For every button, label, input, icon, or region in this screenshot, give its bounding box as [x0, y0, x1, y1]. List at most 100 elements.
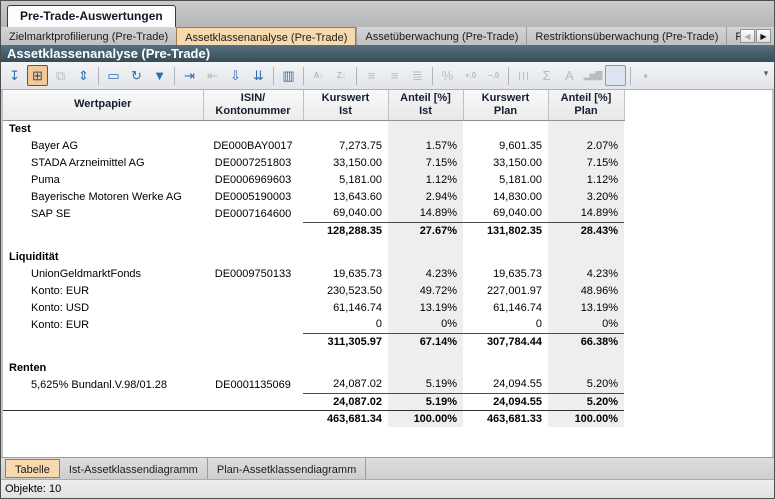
bottom-tab-tabelle[interactable]: Tabelle [5, 459, 60, 478]
group-row[interactable]: Test [3, 120, 624, 137]
toolbar-separator [356, 67, 357, 85]
cell-kurswert-ist [303, 350, 388, 359]
cell-kurswert-plan [463, 120, 548, 137]
toolbar-overflow-icon[interactable]: ▾ [760, 68, 772, 79]
security-row[interactable]: 5,625% Bundanl.V.98/01.28 DE0001135069 2… [3, 376, 624, 393]
cell-kurswert-plan [463, 239, 548, 248]
cell-kurswert-ist: 24,087.02 [303, 376, 388, 393]
step-into-icon[interactable]: ⇥ [179, 65, 200, 86]
security-row[interactable]: Bayerische Motoren Werke AG DE0005190003… [3, 188, 624, 205]
cell-anteil-plan: 1.12% [548, 171, 624, 188]
subtotal-row[interactable]: 24,087.02 5.19% 24,094.55 5.20% [3, 393, 624, 410]
cell-anteil-plan: 7.15% [548, 154, 624, 171]
cell-isin [203, 248, 303, 265]
cell-kurswert-ist: 33,150.00 [303, 154, 388, 171]
tab-assetklassenanalyse[interactable]: Assetklassenanalyse (Pre-Trade) [176, 27, 356, 45]
col-anteil-plan[interactable]: Anteil [%] Plan [548, 90, 624, 120]
cell-anteil-ist [388, 350, 463, 359]
security-row[interactable]: Konto: EUR 230,523.50 49.72% 227,001.97 … [3, 282, 624, 299]
tab-zielmarktprofilierung[interactable]: Zielmarktprofilierung (Pre-Trade) [1, 27, 176, 45]
cell-wertpapier: Puma [3, 171, 203, 188]
cell-kurswert-plan: 33,150.00 [463, 154, 548, 171]
cell-anteil-plan: 13.19% [548, 299, 624, 316]
cell-kurswert-plan: 19,635.73 [463, 265, 548, 282]
col-wertpapier[interactable]: Wertpapier [3, 90, 203, 120]
security-row[interactable]: Puma DE0006969603 5,181.00 1.12% 5,181.0… [3, 171, 624, 188]
spacer-row[interactable] [3, 350, 624, 359]
drill-down-icon[interactable]: ⇊ [248, 65, 269, 86]
cell-anteil-plan: 5.20% [548, 393, 624, 410]
cell-kurswert-plan: 131,802.35 [463, 222, 548, 239]
chart-color-icon[interactable]: ▂▅▇ [605, 65, 626, 86]
subtotal-row[interactable]: 311,305.97 67.14% 307,784.44 66.38% [3, 333, 624, 350]
toolbar-glyph: ↧ [9, 68, 20, 84]
toolbar-separator [508, 67, 509, 85]
group-row[interactable]: Liquidität [3, 248, 624, 265]
col-isin[interactable]: ISIN/ Kontonummer [203, 90, 303, 120]
security-row[interactable]: Konto: EUR 0 0% 0 0% [3, 316, 624, 333]
cell-kurswert-ist: 0 [303, 316, 388, 333]
copy-view-icon: ⧉ [50, 65, 71, 86]
col-anteil-ist[interactable]: Anteil [%] Ist [388, 90, 463, 120]
security-row[interactable]: STADA Arzneimittel AG DE0007251803 33,15… [3, 154, 624, 171]
toolbar-glyph: ≡ [391, 68, 399, 83]
total-row[interactable]: 463,681.34 100.00% 463,681.33 100.00% [3, 410, 624, 427]
expand-rows-icon[interactable]: ⇕ [73, 65, 94, 86]
align-left-icon: ≡ [361, 65, 382, 86]
cell-anteil-ist: 4.23% [388, 265, 463, 282]
security-row[interactable]: Konto: USD 61,146.74 13.19% 61,146.74 13… [3, 299, 624, 316]
spacer-row[interactable] [3, 239, 624, 248]
cell-wertpapier [3, 239, 203, 248]
security-row[interactable]: Bayer AG DE000BAY0017 7,273.75 1.57% 9,6… [3, 137, 624, 154]
table-body: Test Bayer AG DE000BAY0017 7,273.75 1.57… [3, 120, 624, 427]
subtotal-row[interactable]: 128,288.35 27.67% 131,802.35 28.43% [3, 222, 624, 239]
tab-assetueberwachung[interactable]: Assetüberwachung (Pre-Trade) [356, 27, 526, 45]
sum-icon: Σ [536, 65, 557, 86]
font-icon: A [559, 65, 580, 86]
cell-isin [203, 350, 303, 359]
cell-kurswert-plan: 24,094.55 [463, 393, 548, 410]
tab-pre-trade-auswertungen[interactable]: Pre-Trade-Auswertungen [7, 5, 176, 27]
insert-below-icon[interactable]: ⇩ [225, 65, 246, 86]
expand-tree-icon[interactable]: ↧ [4, 65, 25, 86]
security-row[interactable]: UnionGeldmarktFonds DE0009750133 19,635.… [3, 265, 624, 282]
tab-label: Restriktionsüberwachung (Pre-Trade) [535, 31, 718, 43]
cell-anteil-ist: 100.00% [388, 410, 463, 427]
fit-view-icon[interactable]: ⊞ [27, 65, 48, 86]
col-kurswert-ist[interactable]: Kurswert Ist [303, 90, 388, 120]
bottom-tab-bar: Tabelle Ist-Assetklassendiagramm Plan-As… [1, 457, 774, 479]
cell-wertpapier [3, 333, 203, 350]
tab-scroll-right-icon[interactable]: ▶ [756, 29, 771, 43]
security-row[interactable]: SAP SE DE0007164600 69,040.00 14.89% 69,… [3, 205, 624, 222]
app-window: Pre-Trade-Auswertungen Zielmarktprofilie… [0, 0, 775, 499]
cell-kurswert-plan: 463,681.33 [463, 410, 548, 427]
table-header: Wertpapier ISIN/ Kontonummer Kurswert Is… [3, 90, 624, 120]
cell-anteil-plan [548, 239, 624, 248]
toolbar-separator [432, 67, 433, 85]
toolbar-glyph: A↓ [314, 71, 324, 80]
cell-anteil-ist: 2.94% [388, 188, 463, 205]
new-range-icon[interactable]: ▭ [103, 65, 124, 86]
bottom-tab-ist-diagramm[interactable]: Ist-Assetklassendiagramm [60, 458, 208, 479]
cell-anteil-ist: 1.57% [388, 137, 463, 154]
cell-wertpapier: Renten [3, 359, 203, 376]
cell-isin: DE0005190003 [203, 188, 303, 205]
cell-anteil-ist: 0% [388, 316, 463, 333]
bottom-tab-plan-diagramm[interactable]: Plan-Assetklassendiagramm [208, 458, 366, 479]
cell-wertpapier [3, 222, 203, 239]
filter-icon[interactable]: ▼ [149, 65, 170, 86]
toolbar-separator [303, 67, 304, 85]
cell-anteil-ist [388, 248, 463, 265]
toolbar-separator [630, 67, 631, 85]
columns-icon[interactable]: ▥ [278, 65, 299, 86]
cell-kurswert-ist: 61,146.74 [303, 299, 388, 316]
cell-wertpapier: Bayer AG [3, 137, 203, 154]
col-kurswert-plan[interactable]: Kurswert Plan [463, 90, 548, 120]
cell-isin [203, 393, 303, 410]
group-row[interactable]: Renten [3, 359, 624, 376]
cell-kurswert-plan: 307,784.44 [463, 333, 548, 350]
refresh-icon[interactable]: ↻ [126, 65, 147, 86]
status-bar: Objekte: 10 [1, 479, 774, 498]
tab-restriktionsueberwachung[interactable]: Restriktionsüberwachung (Pre-Trade) [526, 27, 726, 45]
cell-wertpapier: UnionGeldmarktFonds [3, 265, 203, 282]
